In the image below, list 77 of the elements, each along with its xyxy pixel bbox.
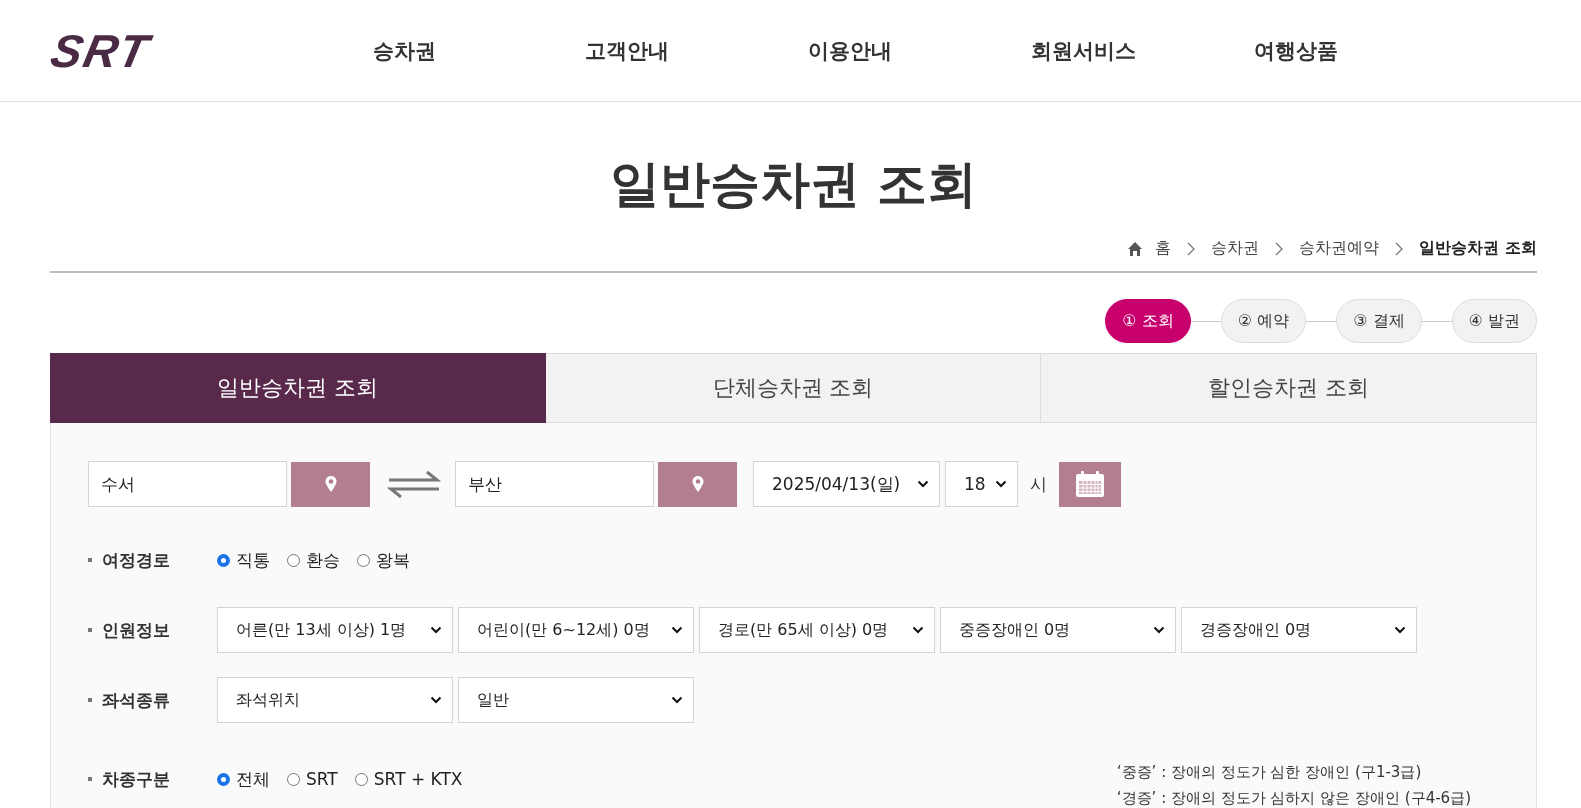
radio-button[interactable] <box>287 553 300 567</box>
dropdown[interactable]: 좌석위치 <box>217 677 453 723</box>
page-title: 일반승차권 조회 <box>608 154 979 214</box>
radio-option[interactable]: 왕복 <box>357 548 410 572</box>
dropdown[interactable]: 2025/04/13(일) <box>753 461 940 507</box>
radio-button[interactable] <box>217 553 230 567</box>
station-search-button[interactable] <box>658 461 737 507</box>
step-indicator: ① 조회 <box>1105 299 1191 343</box>
radio-button[interactable] <box>217 772 230 786</box>
bullet-icon <box>88 698 92 702</box>
radio-label: 직통 <box>236 548 270 572</box>
calendar-button[interactable] <box>1059 461 1121 507</box>
bullet-icon <box>88 777 92 781</box>
logo[interactable]: SRT <box>46 23 196 78</box>
field-label: 좌석종류 <box>102 688 170 712</box>
nav-link[interactable]: 여행상품 <box>1254 36 1477 65</box>
arrival-field[interactable]: 부산 <box>455 461 654 507</box>
breadcrumb-link[interactable]: 홈 <box>1155 238 1172 259</box>
bullet-icon <box>88 558 92 562</box>
field-label: 여정경로 <box>102 548 170 572</box>
chevron-right-icon <box>1187 241 1196 256</box>
dropdown[interactable]: 경증장애인 0명 <box>1181 607 1417 653</box>
note-text: ‘경증’ : 장애의 정도가 심하지 않은 장애인 (구4-6급) <box>1116 788 1471 808</box>
chevron-down-icon <box>671 696 683 704</box>
tab[interactable]: 일반승차권 조회 <box>50 353 546 423</box>
radio-label: SRT <box>306 769 338 789</box>
station-search-button[interactable] <box>291 461 370 507</box>
chevron-down-icon <box>430 696 442 704</box>
bullet-icon <box>88 628 92 632</box>
radio-button[interactable] <box>354 772 368 786</box>
chevron-down-icon <box>430 626 442 634</box>
chevron-down-icon <box>912 626 924 634</box>
dropdown[interactable]: 어른(만 13세 이상) 1명 <box>217 607 453 653</box>
radio-label: SRT + KTX <box>373 769 463 789</box>
breadcrumb-current: 일반승차권 조회 <box>1419 238 1537 259</box>
nav-link[interactable]: 회원서비스 <box>1031 36 1254 65</box>
chevron-down-icon <box>671 626 683 634</box>
calendar-icon <box>1075 470 1105 498</box>
radio-option[interactable]: SRT <box>287 769 338 789</box>
radio-option[interactable]: 전체 <box>217 767 270 791</box>
note-text: ‘중증’ : 장애의 정도가 심한 장애인 (구1-3급) <box>1116 762 1423 783</box>
breadcrumb-link[interactable]: 승차권 <box>1211 238 1260 259</box>
dropdown[interactable]: 중증장애인 0명 <box>940 607 1176 653</box>
radio-option[interactable]: SRT + KTX <box>354 769 463 789</box>
breadcrumb-link[interactable]: 승차권예약 <box>1299 238 1380 259</box>
chevron-down-icon <box>1153 626 1165 634</box>
home-icon <box>1127 241 1144 256</box>
radio-option[interactable]: 환승 <box>287 548 340 572</box>
radio-label: 전체 <box>236 767 270 791</box>
radio-label: 환승 <box>306 548 340 572</box>
chevron-right-icon <box>1395 241 1404 256</box>
step-indicator: ④ 발권 <box>1451 299 1537 343</box>
chevron-down-icon <box>1394 626 1406 634</box>
nav-link[interactable]: 승차권 <box>373 36 585 65</box>
dropdown[interactable]: 18 <box>945 461 1018 507</box>
chevron-right-icon <box>1275 241 1284 256</box>
nav-link[interactable]: 이용안내 <box>808 36 1031 65</box>
tab[interactable]: 단체승차권 조회 <box>545 353 1042 423</box>
map-pin-icon <box>323 475 338 493</box>
radio-button[interactable] <box>287 772 300 786</box>
dropdown[interactable]: 경로(만 65세 이상) 0명 <box>699 607 935 653</box>
radio-option[interactable]: 직통 <box>217 548 270 572</box>
departure-field[interactable]: 수서 <box>88 461 287 507</box>
nav-link[interactable]: 고객안내 <box>585 36 808 65</box>
field-label: 차종구분 <box>102 767 170 791</box>
step-indicator: ③ 결제 <box>1336 299 1422 343</box>
radio-button[interactable] <box>357 553 370 567</box>
field-label: 인원정보 <box>102 618 170 642</box>
map-pin-icon <box>690 475 705 493</box>
dropdown[interactable]: 일반 <box>458 677 694 723</box>
hour-unit-label: 시 <box>1030 472 1047 496</box>
dropdown[interactable]: 어린이(만 6~12세) 0명 <box>458 607 694 653</box>
tab[interactable]: 할인승차권 조회 <box>1041 353 1537 423</box>
chevron-down-icon <box>995 480 1007 488</box>
radio-label: 왕복 <box>376 548 410 572</box>
step-indicator: ② 예약 <box>1220 299 1307 343</box>
chevron-down-icon <box>917 480 929 488</box>
